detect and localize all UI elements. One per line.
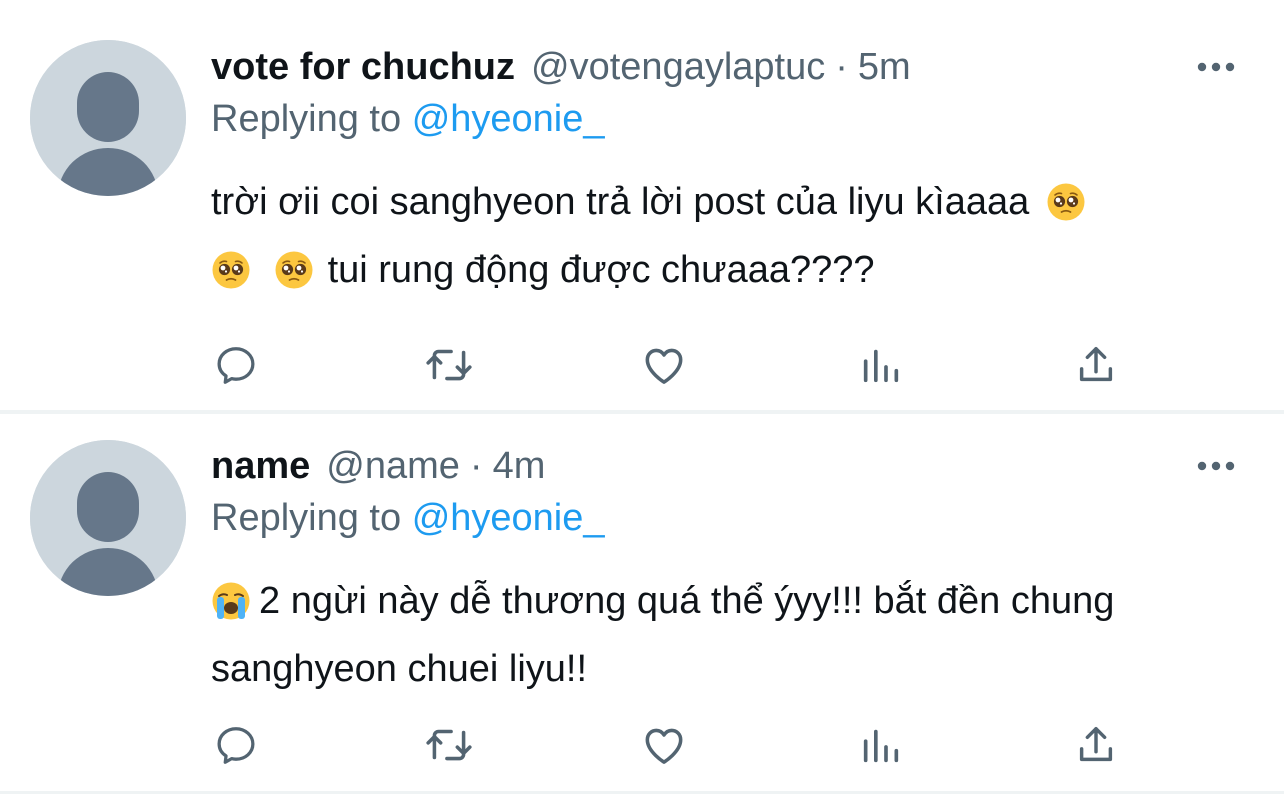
separator-dot: · [469,445,483,487]
reply-icon [217,347,255,384]
views-button[interactable] [856,720,906,770]
timestamp[interactable]: 5m [858,46,911,88]
heart-icon [645,728,683,764]
loudly-crying-face-icon [212,582,250,620]
avatar[interactable] [30,40,186,196]
user-handle[interactable]: @name [326,445,460,487]
replying-prefix: Replying to [211,497,402,539]
tweet-header: vote for chuchuz @votengaylaptuc · 5m [211,44,911,90]
share-button[interactable] [1071,340,1121,390]
reply-icon [217,727,255,764]
heart-icon [645,348,683,384]
views-chart-icon [863,729,899,763]
display-name[interactable]: vote for chuchuz [211,46,515,88]
pleading-face-icon [212,251,250,289]
tweet-actions [211,720,1131,770]
separator-dot: · [835,46,848,88]
user-handle[interactable]: @votengaylaptuc [531,46,825,88]
retweet-button[interactable] [424,720,474,770]
tweet-text-part: trời ơii coi sanghyeon trả lời post của … [211,181,1030,223]
retweet-button[interactable] [424,340,474,390]
default-avatar-icon [30,40,186,196]
retweet-icon [426,729,472,761]
reply-button[interactable] [211,720,261,770]
retweet-icon [426,349,472,381]
replying-to-line: Replying to @hyeonie_ [211,495,605,541]
timestamp[interactable]: 4m [493,445,546,487]
tweet-text: trời ơii coi sanghyeon trả lời post của … [211,168,1231,304]
tweet-actions [211,340,1131,390]
pleading-face-icon [275,251,313,289]
reply-button[interactable] [211,340,261,390]
tweet-divider [0,410,1284,414]
tweet-text-part: 2 ngừi này dễ thương quá thể ýyy!!! bắt … [211,580,1115,690]
share-icon [1079,726,1113,762]
pleading-face-icon [1047,183,1085,221]
tweet-reply[interactable]: vote for chuchuz @votengaylaptuc · 5m Reply… [0,0,1284,410]
more-dots-icon [1197,461,1235,471]
share-button[interactable] [1071,720,1121,770]
default-avatar-icon [30,440,186,596]
mention-link[interactable]: @hyeonie_ [412,98,605,140]
avatar[interactable] [30,440,186,596]
views-chart-icon [863,349,899,383]
more-options-button[interactable] [1194,451,1238,481]
share-icon [1079,346,1113,382]
like-button[interactable] [639,340,689,390]
replying-to-line: Replying to @hyeonie_ [211,96,605,142]
like-button[interactable] [639,720,689,770]
tweet-text-part: tui rung động được chưaaa???? [327,249,875,291]
views-button[interactable] [856,340,906,390]
display-name[interactable]: name [211,445,310,487]
replying-prefix: Replying to [211,98,402,140]
tweet-header: name @name · 4m [211,443,545,489]
tweet-reply[interactable]: name @name · 4m Replying to @hyeonie_ 2 ngừ… [0,415,1284,794]
mention-link[interactable]: @hyeonie_ [412,497,605,539]
more-dots-icon [1197,62,1235,72]
more-options-button[interactable] [1194,52,1238,82]
tweet-text: 2 ngừi này dễ thương quá thể ýyy!!! bắt … [211,567,1151,703]
